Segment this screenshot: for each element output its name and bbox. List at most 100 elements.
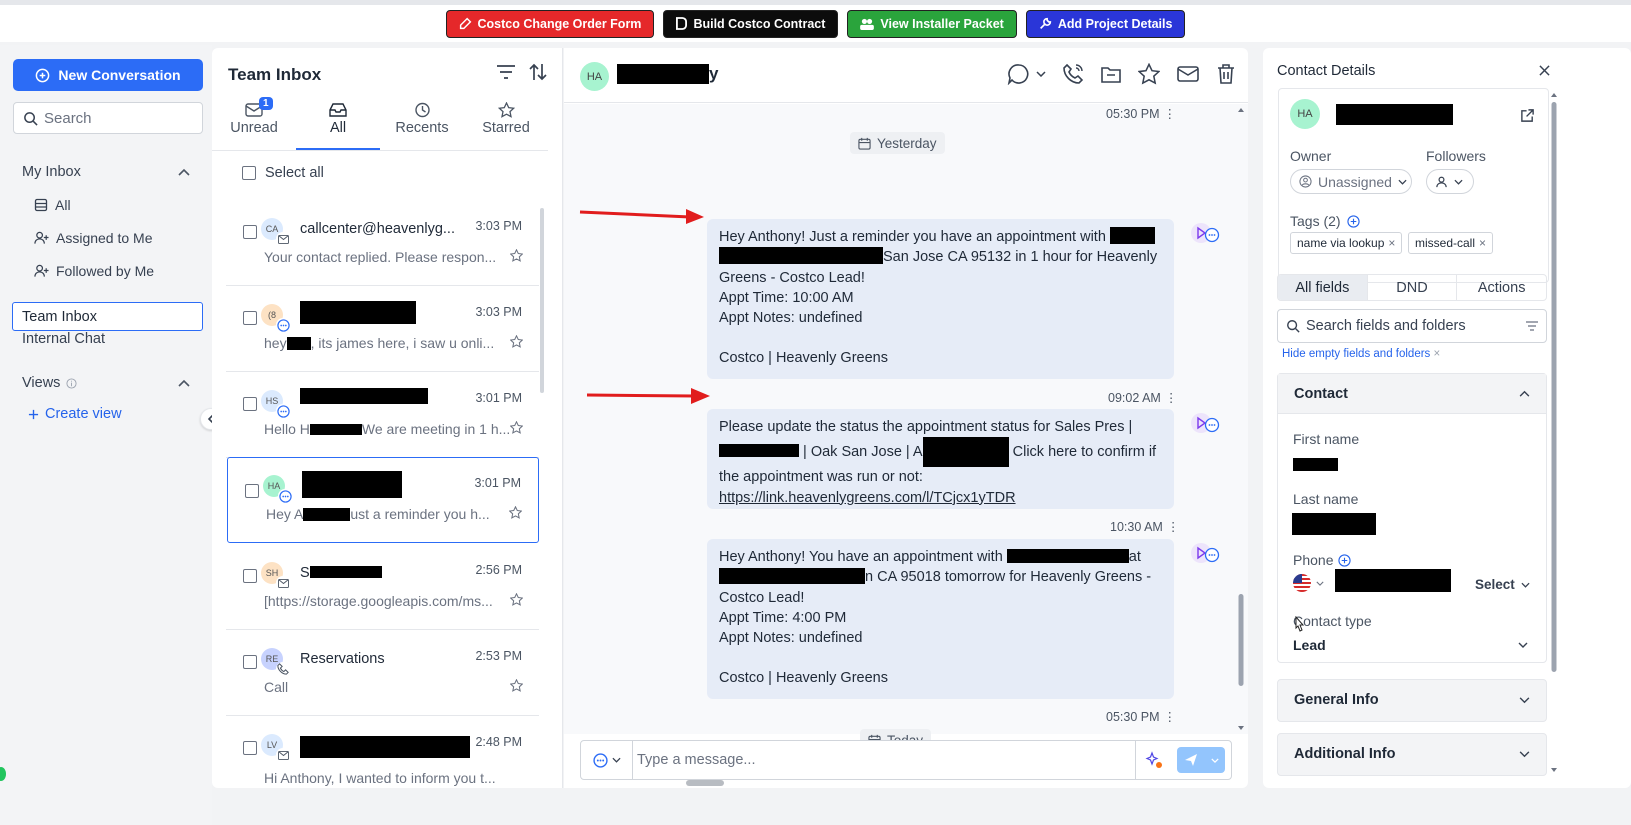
- first-name-value[interactable]: [1293, 458, 1338, 471]
- views-header[interactable]: Views: [22, 375, 190, 391]
- mail-icon[interactable]: [1176, 64, 1200, 84]
- field-search-input[interactable]: Search fields and folders: [1277, 309, 1547, 343]
- star-icon[interactable]: [510, 593, 523, 606]
- message-time: 10:30 AM ⋮: [1110, 519, 1180, 535]
- confirm-link[interactable]: https://link.heavenlygreens.com/l/TCjcx1…: [719, 490, 1016, 506]
- section-contact-header[interactable]: Contact: [1278, 374, 1546, 414]
- message-bubble[interactable]: Hey Anthony! Just a reminder you have an…: [707, 219, 1174, 379]
- section-general-info[interactable]: General Info: [1277, 679, 1547, 722]
- star-icon[interactable]: [1138, 63, 1160, 85]
- checkbox[interactable]: [243, 311, 257, 325]
- phone-icon[interactable]: [1062, 63, 1084, 85]
- more-icon[interactable]: ⋮: [1164, 709, 1177, 724]
- redacted-name: [300, 388, 428, 408]
- costco-change-order-button[interactable]: Costco Change Order Form: [445, 9, 655, 38]
- create-view-link[interactable]: Create view: [28, 406, 122, 422]
- sidebar-item-assigned[interactable]: Assigned to Me: [34, 230, 153, 246]
- phone-label: Phone: [1293, 552, 1352, 568]
- panel-scrollbar[interactable]: [1550, 90, 1558, 785]
- remove-tag-icon[interactable]: ×: [1388, 236, 1395, 250]
- build-costco-contract-button[interactable]: Build Costco Contract: [663, 9, 839, 38]
- sidebar-item-all[interactable]: All: [34, 197, 71, 213]
- select-all-checkbox[interactable]: Select all: [242, 165, 324, 181]
- hide-empty-fields-link[interactable]: Hide empty fields and folders ×: [1282, 348, 1440, 360]
- message-bubble[interactable]: Please update the status the appointment…: [707, 409, 1174, 509]
- section-additional-info[interactable]: Additional Info: [1277, 733, 1547, 776]
- external-link-icon[interactable]: [1520, 108, 1535, 123]
- trash-icon[interactable]: [1216, 63, 1236, 85]
- resize-handle[interactable]: [686, 780, 724, 786]
- checkbox[interactable]: [243, 397, 257, 411]
- contact-type-select[interactable]: Lead: [1293, 637, 1528, 653]
- phone-value[interactable]: [1335, 569, 1451, 592]
- tab-dnd[interactable]: DND: [1366, 275, 1458, 300]
- tab-all[interactable]: All: [296, 100, 380, 150]
- star-icon[interactable]: [510, 335, 523, 348]
- add-project-details-button[interactable]: Add Project Details: [1025, 9, 1186, 38]
- annotation-arrow: [579, 209, 704, 224]
- tab-recents[interactable]: Recents: [380, 100, 464, 150]
- sidebar-item-team-inbox[interactable]: Team Inbox: [12, 302, 203, 331]
- checkbox[interactable]: [243, 741, 257, 755]
- my-inbox-header[interactable]: My Inbox: [22, 164, 190, 180]
- list-item[interactable]: CA callcenter@heavenlyg... 3:03 PM Your …: [226, 201, 539, 286]
- checkbox[interactable]: [243, 225, 257, 239]
- sidebar-search-input[interactable]: Search: [13, 102, 203, 134]
- day-separator: Yesterday: [850, 132, 945, 154]
- message-bubble[interactable]: Hey Anthony! You have an appointment wit…: [707, 539, 1174, 699]
- redacted-name: [300, 301, 416, 328]
- list-item[interactable]: (8 3:03 PM hey, its james here, i saw u …: [226, 287, 539, 372]
- phone-type-select[interactable]: Select: [1475, 577, 1530, 592]
- checkbox[interactable]: [243, 569, 257, 583]
- new-conversation-button[interactable]: New Conversation: [13, 59, 203, 91]
- channel-selector[interactable]: [581, 741, 633, 779]
- last-name-value[interactable]: [1292, 513, 1376, 535]
- list-item[interactable]: HS 3:01 PM Hello H We are meeting in 1 h.…: [226, 373, 539, 458]
- star-icon[interactable]: [510, 249, 523, 262]
- view-installer-packet-button[interactable]: View Installer Packet: [847, 9, 1017, 38]
- list-item[interactable]: SH S 2:56 PM [https://storage.googleapis…: [226, 545, 539, 630]
- list-scrollbar[interactable]: [540, 208, 544, 393]
- remove-tag-icon[interactable]: ×: [1479, 236, 1486, 250]
- tag-chip[interactable]: name via lookup ×: [1290, 232, 1403, 254]
- list-item[interactable]: RE Reservations 2:53 PM Call: [226, 631, 539, 716]
- list-item-selected[interactable]: HA 3:01 PM Hey Aust a reminder you h...: [227, 457, 539, 543]
- add-phone-icon[interactable]: [1338, 553, 1352, 567]
- star-icon[interactable]: [510, 679, 523, 692]
- sort-icon[interactable]: [528, 63, 548, 81]
- sidebar-item-followed[interactable]: Followed by Me: [34, 263, 154, 279]
- list-item[interactable]: LV 2:48 PM Hi Anthony, I wanted to infor…: [226, 717, 539, 788]
- more-icon[interactable]: ⋮: [1167, 519, 1180, 534]
- chat-channel-icon[interactable]: [1007, 63, 1046, 85]
- more-icon[interactable]: ⋮: [1165, 390, 1178, 405]
- add-tag-icon[interactable]: [1346, 214, 1360, 228]
- filter-icon[interactable]: [496, 63, 516, 81]
- filter-lines-icon[interactable]: [1526, 321, 1538, 331]
- send-button[interactable]: [1177, 747, 1225, 773]
- star-icon[interactable]: [510, 421, 523, 434]
- people-icon: [860, 18, 875, 30]
- tab-unread[interactable]: 1 Unread: [212, 97, 296, 150]
- tag-chip[interactable]: missed-call ×: [1408, 232, 1494, 254]
- folder-icon[interactable]: [1100, 64, 1122, 84]
- tags-header: Tags (2): [1290, 213, 1360, 229]
- list-title: Team Inbox: [228, 65, 322, 84]
- checkbox[interactable]: [242, 166, 256, 180]
- message-input[interactable]: Type a message...: [633, 752, 1135, 768]
- more-icon[interactable]: ⋮: [1164, 106, 1177, 121]
- sidebar-item-internal-chat[interactable]: Internal Chat: [22, 331, 105, 347]
- followers-select[interactable]: [1426, 169, 1474, 194]
- tab-all-fields[interactable]: All fields: [1278, 275, 1367, 300]
- checkbox[interactable]: [243, 655, 257, 669]
- chevron-down-icon: [1316, 581, 1324, 586]
- tab-starred[interactable]: Starred: [464, 100, 548, 150]
- close-icon[interactable]: [1539, 65, 1550, 76]
- list-tabs: 1 Unread All Recents Starred: [212, 97, 548, 151]
- ai-sparkle-button[interactable]: [1135, 741, 1171, 779]
- tab-actions[interactable]: Actions: [1457, 275, 1546, 300]
- country-code-select[interactable]: [1293, 574, 1324, 592]
- owner-select[interactable]: Unassigned: [1290, 169, 1412, 194]
- checkbox[interactable]: [245, 484, 259, 498]
- chat-scrollbar[interactable]: [1237, 106, 1245, 736]
- star-icon[interactable]: [509, 506, 522, 519]
